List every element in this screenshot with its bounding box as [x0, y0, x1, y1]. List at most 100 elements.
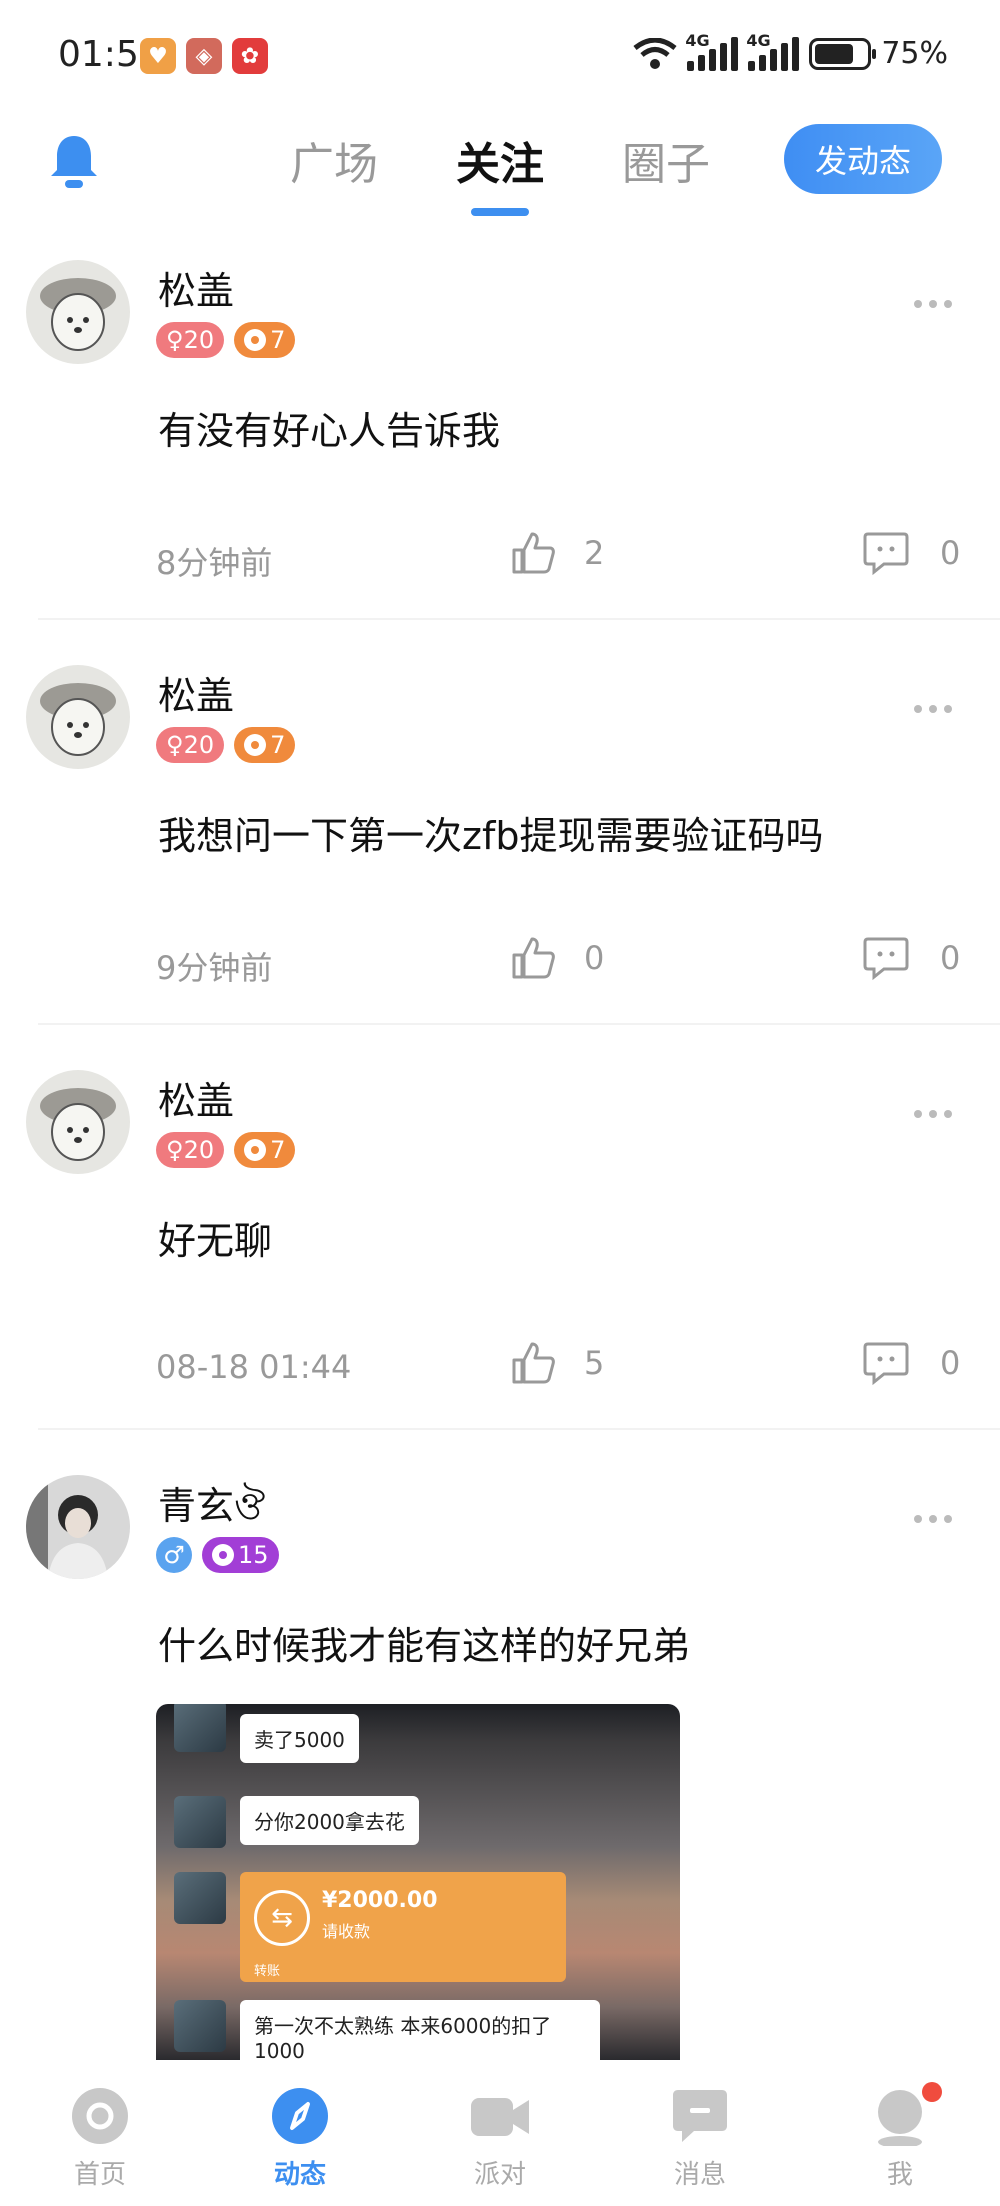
level-icon: [244, 329, 267, 351]
notification-dot: [922, 2082, 942, 2102]
chat-message: 卖了5000: [174, 1704, 359, 1763]
user-badges: ♀20 7: [156, 322, 296, 358]
nav-party[interactable]: 派对: [400, 2060, 600, 2206]
username[interactable]: 松盖: [158, 665, 234, 720]
tab-bar: 广场 关注 圈子: [290, 128, 710, 216]
more-options-icon[interactable]: [914, 1110, 952, 1118]
battery-percent: 75%: [881, 36, 948, 71]
post-image[interactable]: 卖了5000 分你2000拿去花 ⇆ ¥2000.00 请收款 转账 第一次不太…: [156, 1704, 680, 2060]
tab-circles[interactable]: 圈子: [622, 128, 710, 192]
nav-label: 消息: [673, 2160, 726, 2190]
like-button[interactable]: 0: [510, 935, 604, 981]
nav-label: 我: [886, 2160, 913, 2190]
level-icon: [244, 1139, 267, 1161]
gender-age-badge: ♀20: [156, 727, 225, 763]
level-value: 15: [238, 1541, 269, 1569]
post-text: 有没有好心人告诉我: [158, 409, 501, 453]
network-type-2: 4G: [746, 30, 771, 50]
like-count: 2: [584, 534, 605, 572]
chat-avatar: [174, 2000, 226, 2052]
user-badges: ♂ 15: [156, 1537, 279, 1573]
signal-icon-2: 4G: [746, 31, 800, 71]
level-badge: 7: [234, 727, 296, 763]
chat-avatar: [174, 1704, 226, 1752]
chat-message: ⇆ ¥2000.00 请收款 转账: [174, 1872, 566, 1982]
message-icon: [673, 2090, 727, 2142]
compass-icon: [272, 2088, 328, 2144]
post-text: 什么时候我才能有这样的好兄弟: [158, 1624, 691, 1668]
chat-avatar: [174, 1872, 226, 1924]
level-icon: [244, 734, 267, 756]
thumbs-up-icon: [512, 937, 555, 979]
username[interactable]: 松盖: [158, 1070, 234, 1125]
transfer-label: 转账: [254, 1964, 281, 1979]
comment-button[interactable]: 0: [862, 1340, 960, 1386]
avatar[interactable]: [26, 1475, 130, 1579]
more-options-icon[interactable]: [914, 300, 952, 308]
post-time: 8分钟前: [156, 544, 273, 582]
transfer-icon: ⇆: [254, 1890, 310, 1946]
like-count: 0: [584, 939, 605, 977]
post-card[interactable]: 松盖 ♀20 7 好无聊 08-18 01:44 5 0: [26, 1060, 1000, 1430]
level-badge: 15: [202, 1537, 279, 1573]
like-button[interactable]: 5: [510, 1340, 604, 1386]
nav-label: 派对: [473, 2160, 526, 2190]
thumbs-up-icon: [512, 1342, 555, 1384]
thumbs-up-icon: [512, 532, 555, 574]
home-icon: [72, 2088, 128, 2144]
avatar[interactable]: [26, 1070, 130, 1174]
video-camera-icon: [471, 2098, 529, 2136]
level-value: 7: [270, 1136, 286, 1164]
username[interactable]: 松盖: [158, 260, 234, 315]
like-button[interactable]: 2: [510, 530, 604, 576]
app-gift-icon: ✿: [232, 38, 268, 74]
comment-button[interactable]: 0: [862, 935, 960, 981]
level-value: 7: [270, 731, 286, 759]
nav-feed[interactable]: 动态: [200, 2060, 400, 2206]
username[interactable]: 青玄ঔ: [158, 1475, 265, 1541]
tab-following[interactable]: 关注: [456, 128, 544, 216]
like-count: 5: [584, 1344, 605, 1382]
network-type-1: 4G: [685, 30, 710, 50]
nav-me[interactable]: 我: [800, 2060, 1000, 2206]
chat-message: 第一次不太熟练 本来6000的扣了1000: [174, 2000, 600, 2060]
app-shield-icon: ◈: [186, 38, 222, 74]
level-icon: [212, 1544, 234, 1566]
comment-count: 0: [940, 534, 961, 572]
nav-home[interactable]: 首页: [0, 2060, 200, 2206]
post-text: 好无聊: [158, 1219, 273, 1263]
comment-button[interactable]: 0: [862, 530, 960, 576]
battery-icon: [809, 37, 877, 70]
nav-messages[interactable]: 消息: [600, 2060, 800, 2206]
wifi-icon: [633, 37, 677, 69]
more-options-icon[interactable]: [914, 705, 952, 713]
gender-age-badge: ♀20: [156, 1132, 225, 1168]
status-right: 4G 4G 75%: [633, 31, 948, 71]
comment-count: 0: [940, 939, 961, 977]
avatar[interactable]: [26, 260, 130, 364]
user-badges: ♀20 7: [156, 727, 296, 763]
nav-label: 动态: [273, 2160, 326, 2190]
avatar[interactable]: [26, 665, 130, 769]
chat-bubble: 第一次不太熟练 本来6000的扣了1000: [240, 2000, 600, 2060]
post-card[interactable]: 松盖 ♀20 7 我想问一下第一次zfb提现需要验证码吗 9分钟前 0 0: [26, 655, 1000, 1025]
post-button[interactable]: 发动态: [784, 124, 942, 194]
chat-message: 分你2000拿去花: [174, 1796, 419, 1848]
chat-avatar: [174, 1796, 226, 1848]
comment-count: 0: [940, 1344, 961, 1382]
gender-badge: ♂: [156, 1537, 192, 1573]
level-badge: 7: [234, 1132, 296, 1168]
comment-icon: [863, 1342, 909, 1386]
comment-icon: [863, 937, 909, 981]
bell-icon[interactable]: [48, 132, 100, 190]
comment-icon: [863, 532, 909, 576]
tab-square[interactable]: 广场: [290, 128, 378, 192]
nav-label: 首页: [73, 2160, 126, 2190]
transfer-card: ⇆ ¥2000.00 请收款 转账: [240, 1872, 566, 1982]
transfer-status: 请收款: [322, 1922, 371, 1941]
gender-age-badge: ♀20: [156, 322, 225, 358]
post-card[interactable]: 松盖 ♀20 7 有没有好心人告诉我 8分钟前 2 0: [26, 250, 1000, 620]
more-options-icon[interactable]: [914, 1515, 952, 1523]
signal-icon-1: 4G: [685, 31, 739, 71]
user-badges: ♀20 7: [156, 1132, 296, 1168]
